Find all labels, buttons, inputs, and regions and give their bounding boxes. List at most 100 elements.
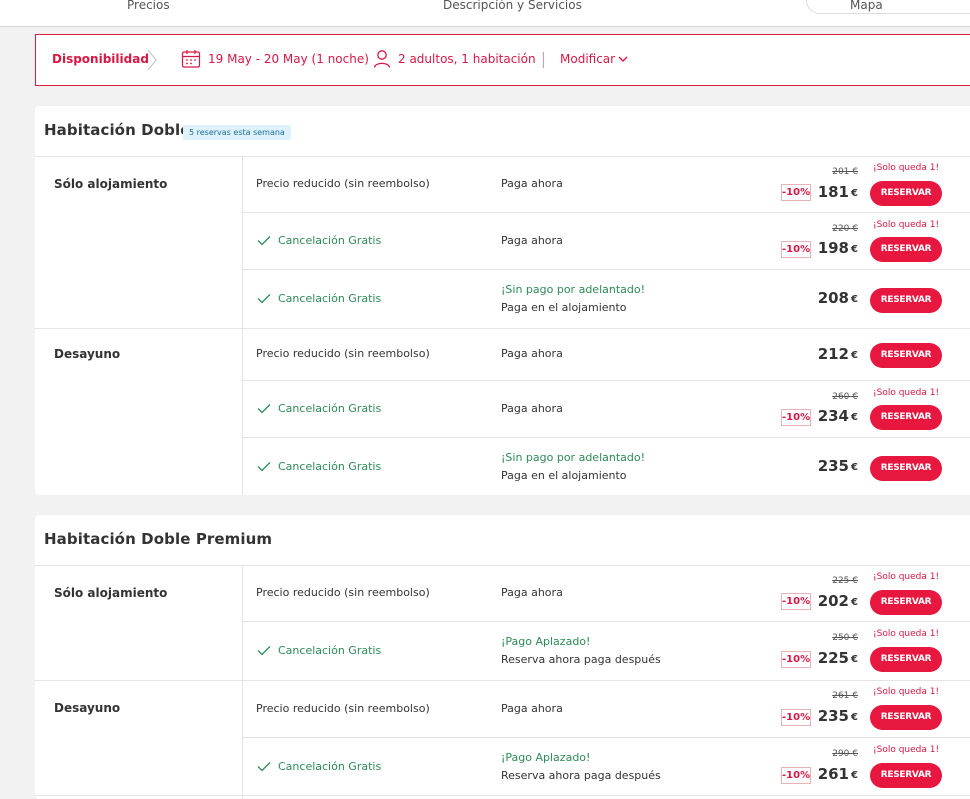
payment-type: Paga en el alojamiento	[501, 301, 627, 314]
payment-type: Reserva ahora paga después	[501, 653, 661, 666]
payment-type: Paga ahora	[501, 702, 563, 715]
price: 261	[817, 765, 849, 783]
room-title: Habitación Doble Premium	[44, 530, 273, 548]
book-button[interactable]: RESERVAR	[870, 590, 942, 615]
price: 235	[817, 707, 849, 725]
no-prepayment: ¡Sin pago por adelantado!	[501, 451, 646, 464]
divider	[242, 437, 970, 438]
no-prepayment: ¡Sin pago por adelantado!	[501, 283, 646, 296]
divider	[242, 565, 243, 799]
only-left-label: ¡Solo queda 1!	[873, 220, 940, 230]
modify-button[interactable]: Modificar	[560, 52, 615, 66]
book-button[interactable]: RESERVAR	[870, 237, 942, 262]
book-button[interactable]: RESERVAR	[870, 181, 942, 206]
map-tab-pill[interactable]	[806, 0, 970, 14]
book-button[interactable]: RESERVAR	[870, 405, 942, 430]
price: 234	[817, 407, 849, 425]
free-cancellation: Cancelación Gratis	[278, 760, 382, 773]
availability-bar: Disponibilidad 19 May - 20 May (1 noche)…	[35, 34, 970, 86]
rate-name: Precio reducido (sin reembolso)	[256, 347, 430, 360]
currency: €	[851, 462, 858, 473]
discount-badge: -10%	[781, 409, 811, 426]
bookings-badge: 5 reservas esta semana	[183, 125, 291, 140]
only-left-label: ¡Solo queda 1!	[873, 163, 940, 173]
rate-name: Precio reducido (sin reembolso)	[256, 586, 430, 599]
book-button[interactable]: RESERVAR	[870, 647, 942, 672]
book-button[interactable]: RESERVAR	[870, 288, 942, 313]
price: 181	[817, 183, 849, 201]
book-button[interactable]: RESERVAR	[870, 705, 942, 730]
check-icon	[257, 762, 271, 772]
discount-badge: -10%	[781, 241, 811, 258]
rate-name: Precio reducido (sin reembolso)	[256, 177, 430, 190]
payment-type: Paga ahora	[501, 234, 563, 247]
divider	[543, 52, 544, 68]
old-price: 250 €	[832, 633, 858, 643]
room-card-doble-premium: Habitación Doble Premium Sólo alojamient…	[35, 515, 970, 799]
chevron-down-icon[interactable]	[618, 55, 628, 63]
deferred-payment: ¡Pago Aplazado!	[501, 635, 591, 648]
book-button[interactable]: RESERVAR	[870, 343, 942, 368]
guests-rooms[interactable]: 2 adultos, 1 habitación	[398, 52, 536, 66]
payment-type: Paga ahora	[501, 347, 563, 360]
divider	[35, 328, 970, 329]
chevron-right-icon	[147, 49, 157, 71]
check-icon	[257, 462, 271, 472]
tab-map[interactable]: Mapa	[850, 0, 883, 12]
old-price: 201 €	[832, 167, 858, 177]
calendar-icon	[181, 50, 201, 68]
currency: €	[851, 412, 858, 423]
check-icon	[257, 646, 271, 656]
payment-type: Paga en el alojamiento	[501, 469, 627, 482]
free-cancellation: Cancelación Gratis	[278, 460, 382, 473]
book-button[interactable]: RESERVAR	[870, 763, 942, 788]
only-left-label: ¡Solo queda 1!	[873, 388, 940, 398]
divider	[35, 795, 970, 796]
top-nav: Precios Descripción y Servicios Mapa	[0, 0, 970, 27]
payment-type: Paga ahora	[501, 402, 563, 415]
divider	[242, 380, 970, 381]
divider	[242, 269, 970, 270]
room-title: Habitación Doble	[44, 121, 191, 139]
old-price: 260 €	[832, 392, 858, 402]
discount-badge: -10%	[781, 767, 811, 784]
old-price: 261 €	[832, 691, 858, 701]
divider	[242, 737, 970, 738]
discount-badge: -10%	[781, 593, 811, 610]
currency: €	[851, 350, 858, 361]
free-cancellation: Cancelación Gratis	[278, 644, 382, 657]
room-card-doble: Habitación Doble 5 reservas esta semana …	[35, 106, 970, 495]
board-room-only: Sólo alojamiento	[54, 177, 168, 191]
person-icon	[373, 50, 391, 68]
currency: €	[851, 712, 858, 723]
discount-badge: -10%	[781, 709, 811, 726]
currency: €	[851, 244, 858, 255]
old-price: 290 €	[832, 749, 858, 759]
price: 235	[817, 457, 849, 475]
tab-prices[interactable]: Precios	[127, 0, 170, 12]
old-price: 225 €	[832, 576, 858, 586]
divider	[242, 212, 970, 213]
price: 202	[817, 592, 849, 610]
payment-type: Paga ahora	[501, 586, 563, 599]
date-range[interactable]: 19 May - 20 May (1 noche)	[208, 52, 369, 66]
only-left-label: ¡Solo queda 1!	[873, 745, 940, 755]
currency: €	[851, 770, 858, 781]
deferred-payment: ¡Pago Aplazado!	[501, 751, 591, 764]
price: 225	[817, 649, 849, 667]
payment-type: Paga ahora	[501, 177, 563, 190]
price: 198	[817, 239, 849, 257]
tab-description[interactable]: Descripción y Servicios	[443, 0, 582, 12]
divider	[35, 156, 970, 157]
book-button[interactable]: RESERVAR	[870, 456, 942, 481]
price: 208	[817, 289, 849, 307]
availability-label: Disponibilidad	[52, 52, 149, 66]
divider	[242, 156, 243, 495]
only-left-label: ¡Solo queda 1!	[873, 629, 940, 639]
rate-name: Precio reducido (sin reembolso)	[256, 702, 430, 715]
board-breakfast: Desayuno	[54, 347, 121, 361]
free-cancellation: Cancelación Gratis	[278, 292, 382, 305]
divider	[35, 680, 970, 681]
old-price: 220 €	[832, 224, 858, 234]
board-room-only: Sólo alojamiento	[54, 586, 168, 600]
